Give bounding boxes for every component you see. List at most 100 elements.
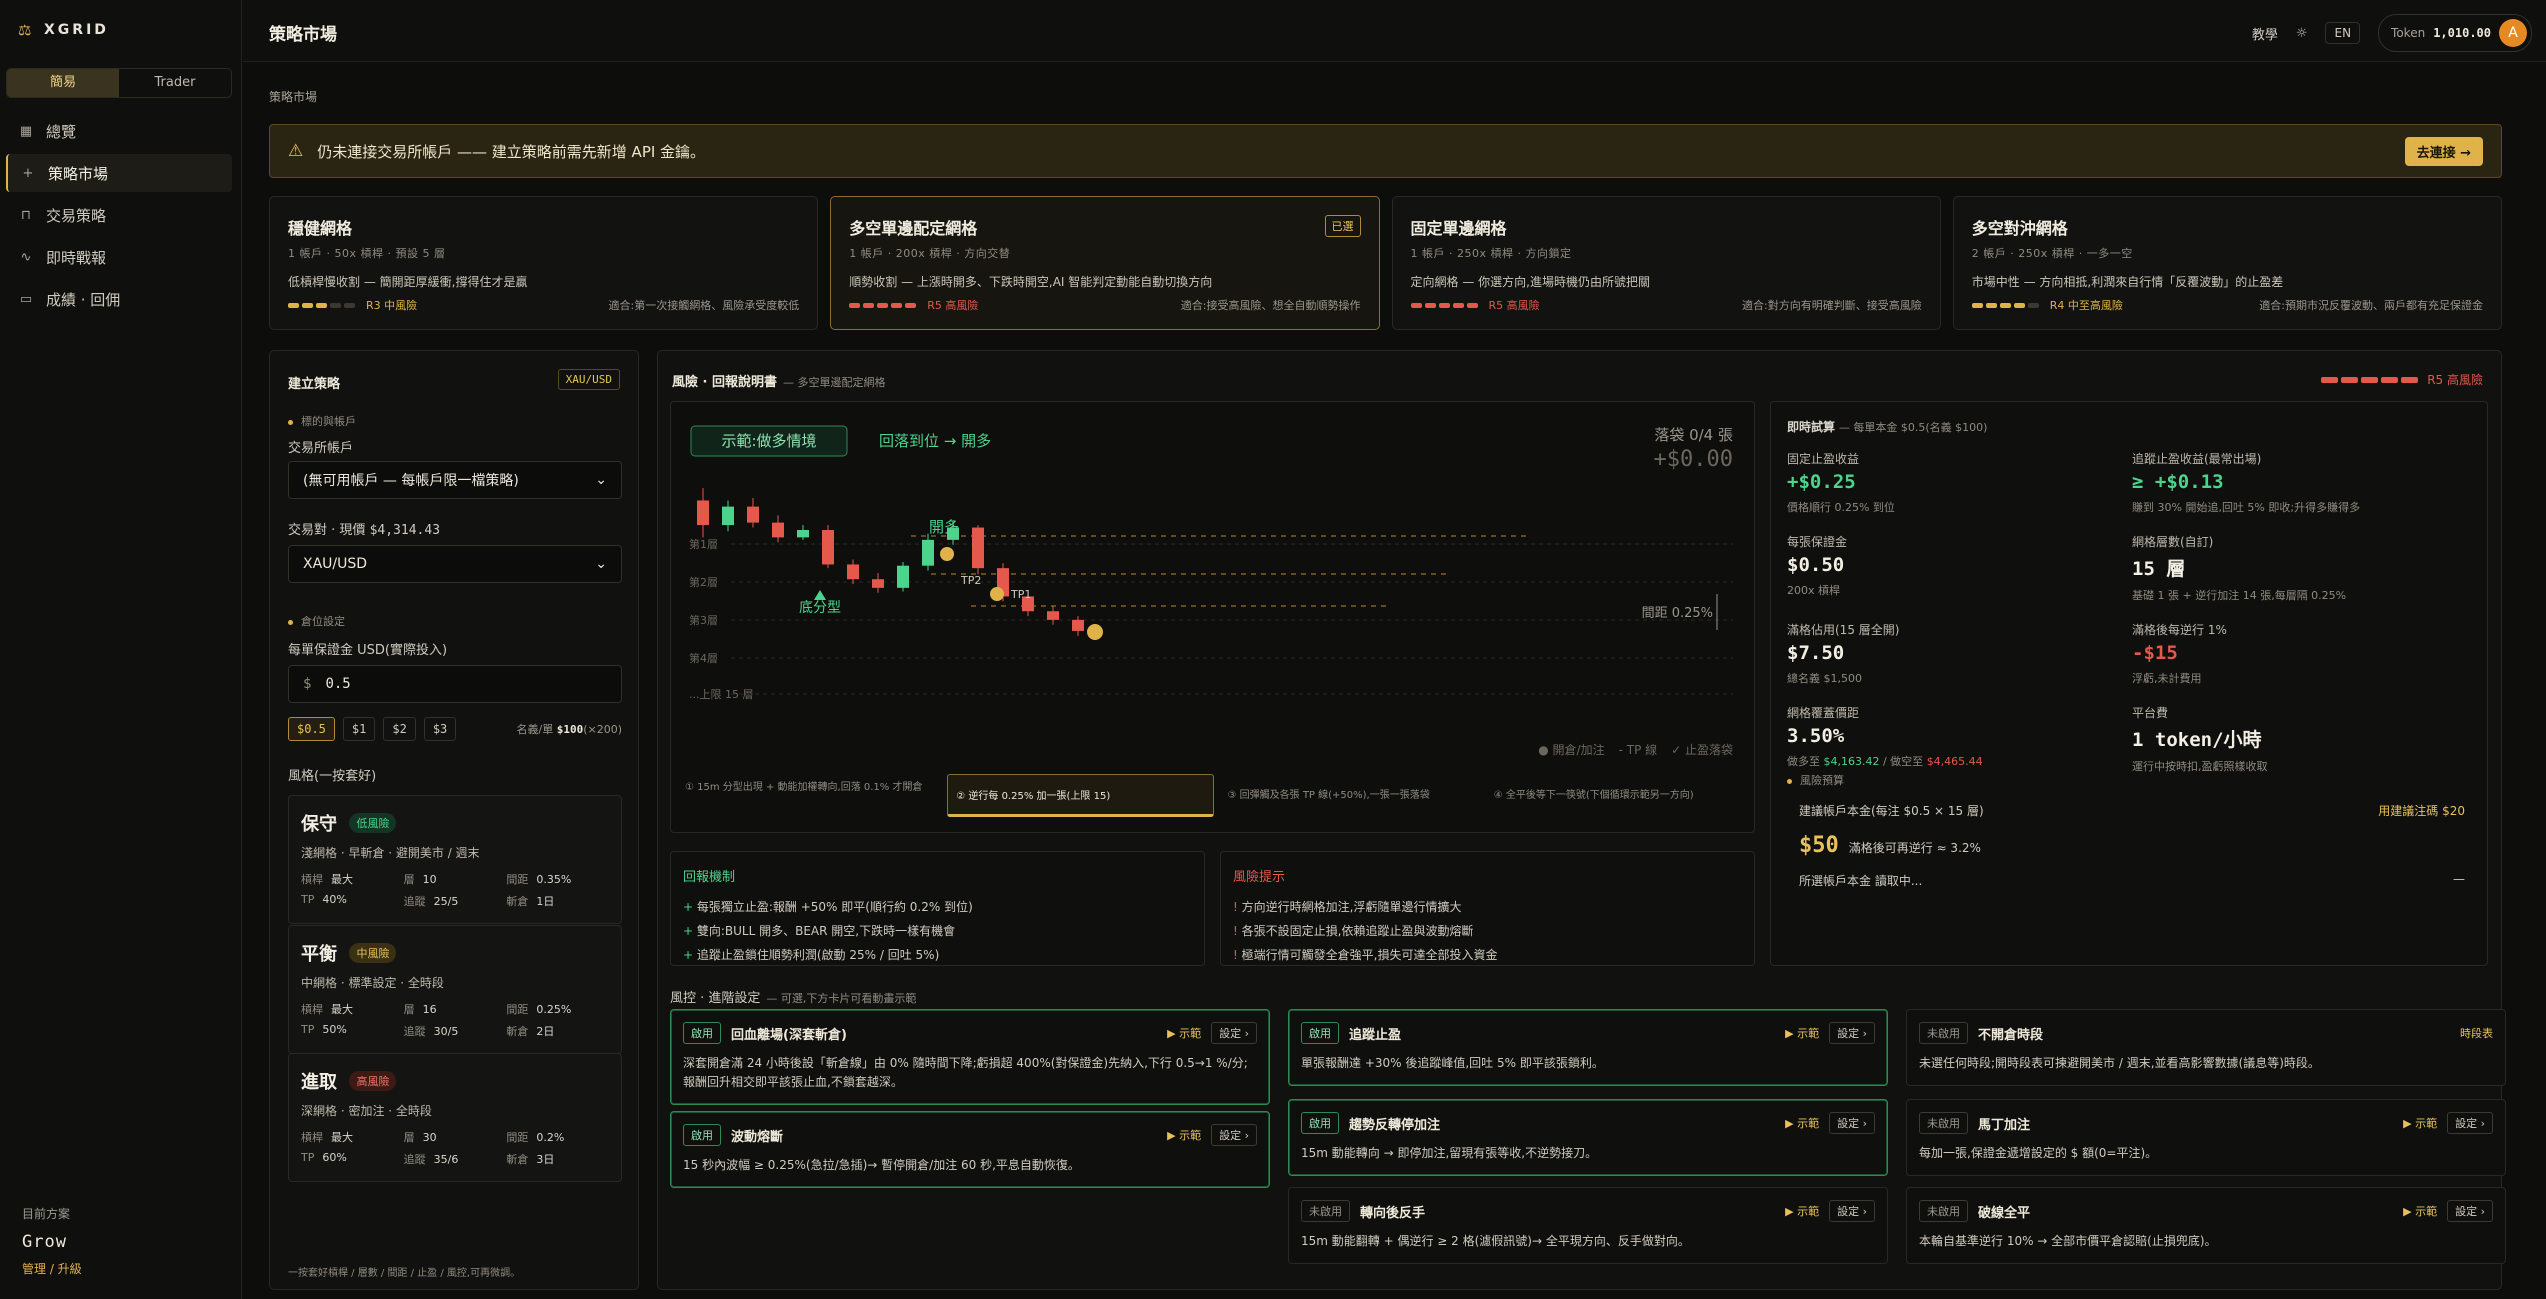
- margin-presets: $0.5 $1 $2 $3 名義/單 $100(×200): [288, 717, 622, 741]
- advanced-card-title: 轉向後反手: [1360, 1205, 1426, 1221]
- language-button[interactable]: EN: [2325, 22, 2361, 44]
- top-header: 策略市場 教學 ☼ EN Token 1,010.00 A: [243, 0, 2546, 62]
- settings-button[interactable]: 設定 ›: [2447, 1112, 2493, 1134]
- schedule-link[interactable]: 時段表: [2460, 1025, 2493, 1041]
- brand-name: XGRID: [44, 22, 109, 38]
- avatar[interactable]: A: [2499, 19, 2527, 47]
- advanced-card[interactable]: 未啟用 馬丁加注 ▶ 示範 設定 › 每加一張,保證金遞增設定的 $ 額(0=平注…: [1906, 1099, 2506, 1176]
- style-risk-badge: 低風險: [349, 813, 397, 833]
- card-meta: 1 帳戶 · 50x 槓桿 · 預設 5 層: [288, 247, 446, 260]
- chevron-down-icon: ⌄: [595, 472, 607, 488]
- settings-button[interactable]: 設定 ›: [1829, 1112, 1875, 1134]
- card-desc: 市場中性 — 方向相抵,利潤來自行情「反覆波動」的止盈差: [1971, 275, 2284, 289]
- strategy-card-0[interactable]: 穩健網格 1 帳戶 · 50x 槓桿 · 預設 5 層 低槓桿慢收割 — 簡開距…: [269, 196, 819, 330]
- settings-button[interactable]: 設定 ›: [1829, 1200, 1875, 1222]
- advanced-card[interactable]: 啟用 波動熔斷 ▶ 示範 設定 › 15 秒內波幅 ≥ 0.25%(急拉/急插)→…: [670, 1111, 1270, 1188]
- demo-button[interactable]: ▶ 示範: [2403, 1203, 2437, 1219]
- advanced-card-title: 馬丁加注: [1978, 1117, 2031, 1133]
- settings-button[interactable]: 設定 ›: [1211, 1022, 1257, 1044]
- card-risk: R5 高風險: [1410, 297, 1540, 313]
- status-badge: 啟用: [1301, 1022, 1339, 1044]
- token-balance[interactable]: Token 1,010.00 A: [2378, 14, 2532, 52]
- advanced-card[interactable]: 啟用 趨勢反轉停加注 ▶ 示範 設定 › 15m 動能轉向 → 即停加注,留現有張…: [1288, 1099, 1888, 1176]
- card-fit: 適合:第一次接觸網格、風險承受度較低: [608, 299, 800, 312]
- advanced-card[interactable]: 未啟用 轉向後反手 ▶ 示範 設定 › 15m 動能翻轉 + 偶逆行 ≥ 2 格(…: [1288, 1187, 1888, 1264]
- sidebar-item-strategies[interactable]: ⊓ 交易策略: [6, 196, 232, 234]
- demo-button[interactable]: ▶ 示範: [1167, 1025, 1201, 1041]
- tutorial-link[interactable]: 教學: [2252, 24, 2278, 43]
- settings-button[interactable]: 設定 ›: [1829, 1022, 1875, 1044]
- per-label: 名義/單: [516, 723, 554, 736]
- selected-tag: 已選: [1324, 215, 1361, 237]
- sidebar-item-label: 策略市場: [48, 164, 109, 183]
- margin-chip[interactable]: $2: [383, 717, 416, 741]
- status-badge: 未啟用: [1301, 1200, 1350, 1222]
- style-card-1[interactable]: 平衡 中風險 中網格 · 標準設定 · 全時段 槓桿 最大層 16 間距 0.25% T…: [288, 925, 622, 1054]
- pair-select[interactable]: XAU/USD ⌄: [288, 545, 622, 583]
- settings-button[interactable]: 設定 ›: [1211, 1124, 1257, 1146]
- status-badge: 啟用: [683, 1022, 721, 1044]
- advanced-card-desc: 本輪自基準逆行 10% → 全部市價平倉認賠(止損兜底)。: [1919, 1234, 2217, 1248]
- advanced-card-desc: 15m 動能轉向 → 即停加注,留現有張等收,不逆勢接刀。: [1301, 1146, 1598, 1160]
- demo-button[interactable]: ▶ 示範: [2403, 1115, 2437, 1131]
- style-card-2[interactable]: 進取 高風險 深網格 · 密加注 · 全時段 槓桿 最大層 30 間距 0.2% TP 6…: [288, 1053, 622, 1182]
- sidebar-item-results[interactable]: ▭ 成績 · 回佣: [6, 280, 232, 318]
- chevron-down-icon: ⌄: [595, 556, 607, 572]
- sidebar-item-market[interactable]: + 策略市場: [6, 154, 232, 192]
- mode-trader[interactable]: Trader: [119, 69, 231, 97]
- section-account: 標的與帳戶: [288, 413, 356, 429]
- advanced-card-desc: 深套開倉滿 24 小時後設「斬倉線」由 0% 隨時間下降;虧損超 400%(對保…: [683, 1056, 1248, 1089]
- margin-input-value: 0.5: [325, 676, 351, 692]
- price-value: $4,314.43: [369, 523, 441, 538]
- breadcrumb: 策略市場: [269, 90, 318, 104]
- style-label: 風格(一按套好): [288, 769, 377, 784]
- card-meta: 2 帳戶 · 250x 槓桿 · 一多一空: [1971, 247, 2133, 260]
- connect-button[interactable]: 去連接 →: [2404, 136, 2483, 166]
- account-select[interactable]: (無可用帳戶 — 每帳戶限一檔策略) ⌄: [288, 461, 622, 499]
- margin-chip[interactable]: $3: [423, 717, 457, 741]
- advanced-card[interactable]: 啟用 回血離場(深套斬倉) ▶ 示範 設定 › 深套開倉滿 24 小時後設「斬倉線…: [670, 1009, 1270, 1105]
- margin-chip[interactable]: $1: [342, 717, 376, 741]
- card-desc: 順勢收割 — 上漲時開多、下跌時開空,AI 智能判定動能自動切換方向: [849, 275, 1213, 289]
- risk-segment: [877, 302, 889, 308]
- section-position: 倉位設定: [288, 613, 345, 629]
- logo-icon: ⚖: [18, 21, 35, 39]
- plan-manage-link[interactable]: 管理 / 升級: [22, 1260, 82, 1277]
- strategy-card-1[interactable]: 多空單邊配定網格 1 帳戶 · 200x 槓桿 · 方向交替 順勢收割 — 上漲…: [830, 196, 1380, 330]
- advanced-card[interactable]: 未啟用 不開倉時段 時段表 未選任何時段;開時段表可揀避開美市 / 週末,並看高…: [1906, 1009, 2506, 1086]
- demo-button[interactable]: ▶ 示範: [1785, 1203, 1819, 1219]
- plan-name: Grow: [22, 1232, 67, 1252]
- dollar-icon: $: [303, 676, 312, 692]
- advanced-card-desc: 每加一張,保證金遞增設定的 $ 額(0=平注)。: [1919, 1146, 2158, 1160]
- sidebar-item-overview[interactable]: ▦ 總覽: [6, 112, 232, 150]
- card-risk-label: R5 高風險: [927, 299, 979, 312]
- demo-button[interactable]: ▶ 示範: [1785, 1025, 1819, 1041]
- settings-button[interactable]: 設定 ›: [2447, 1200, 2493, 1222]
- margin-chip[interactable]: $0.5: [288, 717, 335, 741]
- mode-simple[interactable]: 簡易: [7, 69, 119, 97]
- theme-toggle-icon[interactable]: ☼: [2296, 26, 2308, 41]
- token-value: 1,010.00: [2433, 26, 2491, 40]
- style-name: 進取: [301, 1072, 337, 1093]
- strategy-card-2[interactable]: 固定單邊網格 1 帳戶 · 250x 槓桿 · 方向鎖定 定向網格 — 你選方向…: [1391, 196, 1941, 330]
- per-value: $100: [556, 723, 584, 736]
- risk-segment: [316, 302, 327, 308]
- strategy-card-3[interactable]: 多空對沖網格 2 帳戶 · 250x 槓桿 · 一多一空 市場中性 — 方向相抵…: [1952, 196, 2502, 330]
- pair-badge: XAU/USD: [557, 369, 620, 390]
- warning-icon: ⚠: [288, 141, 304, 161]
- style-params: 槓桿 最大層 10 間距 0.35% TP 40% 追蹤 25/5 斬倉 1日: [301, 873, 572, 908]
- bag-icon: ⊓: [20, 207, 32, 223]
- advanced-card-title: 趨勢反轉停加注: [1349, 1117, 1441, 1133]
- advanced-card[interactable]: 啟用 追蹤止盈 ▶ 示範 設定 › 單張報酬達 +30% 後追蹤峰值,回吐 5% …: [1288, 1009, 1888, 1086]
- brand[interactable]: ⚖ XGRID: [18, 22, 109, 38]
- risk-segment: [1452, 302, 1464, 308]
- margin-input[interactable]: $ 0.5: [288, 665, 622, 703]
- demo-button[interactable]: ▶ 示範: [1167, 1127, 1201, 1143]
- demo-button[interactable]: ▶ 示範: [1785, 1115, 1819, 1131]
- style-card-0[interactable]: 保守 低風險 淺網格 · 早斬倉 · 避開美市 / 週末 槓桿 最大層 10 間距 0.…: [288, 795, 622, 924]
- sidebar-item-live[interactable]: ∿ 即時戰報: [6, 238, 232, 276]
- risk-segment: [1999, 302, 2011, 308]
- advanced-card[interactable]: 未啟用 破線全平 ▶ 示範 設定 › 本輪自基準逆行 10% → 全部市價平倉認賠…: [1906, 1187, 2506, 1264]
- account-select-value: (無可用帳戶 — 每帳戶限一檔策略): [303, 473, 519, 489]
- risk-segment: [1985, 302, 1997, 308]
